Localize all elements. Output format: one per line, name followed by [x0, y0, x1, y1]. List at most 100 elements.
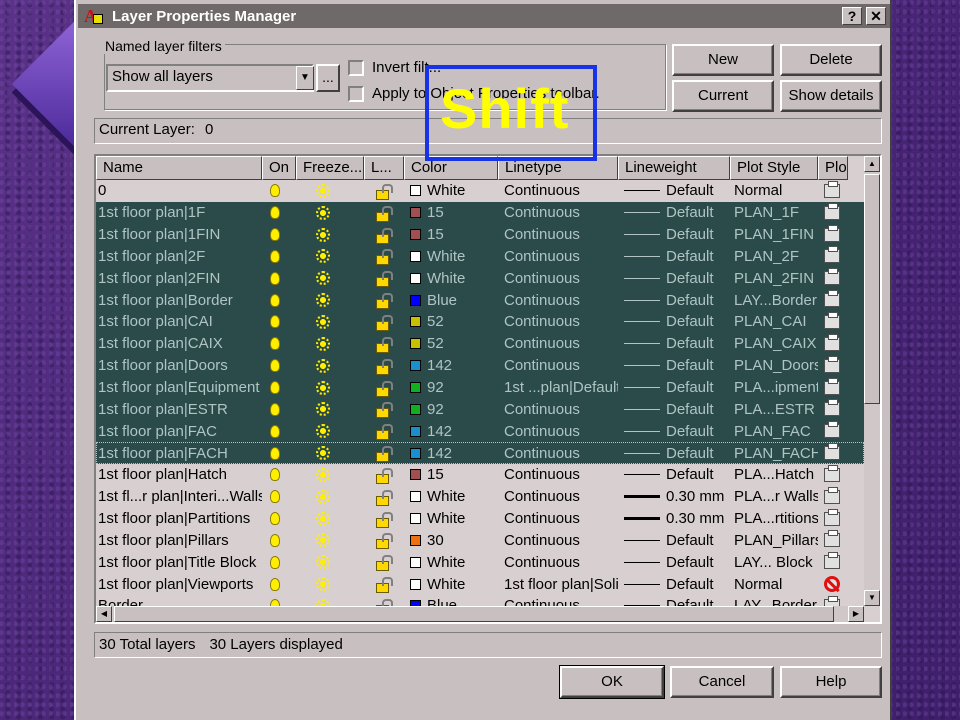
lock-toggle[interactable] — [364, 180, 404, 202]
layer-linetype[interactable]: Continuous — [498, 202, 618, 224]
lightbulb-icon[interactable] — [270, 228, 280, 242]
layer-lineweight[interactable]: Default — [618, 202, 730, 224]
on-toggle[interactable] — [262, 508, 296, 530]
layer-color[interactable]: White — [404, 573, 498, 595]
close-icon[interactable]: ✕ — [866, 7, 886, 25]
layer-plot-style[interactable]: PLA...Hatch — [730, 464, 818, 486]
unlock-icon[interactable] — [376, 555, 393, 572]
lock-toggle[interactable] — [364, 289, 404, 311]
sun-icon[interactable] — [316, 358, 330, 373]
freeze-toggle[interactable] — [296, 486, 364, 508]
lightbulb-icon[interactable] — [270, 293, 280, 307]
layer-lineweight[interactable]: Default — [618, 377, 730, 399]
layer-linetype[interactable]: Continuous — [498, 355, 618, 377]
sun-icon[interactable] — [316, 336, 330, 351]
on-toggle[interactable] — [262, 311, 296, 333]
layer-lineweight[interactable]: Default — [618, 224, 730, 246]
table-row[interactable]: 1st floor plan|2F White Continuous Default P… — [96, 245, 864, 268]
freeze-toggle[interactable] — [296, 442, 364, 464]
layer-linetype[interactable]: Continuous — [498, 486, 618, 508]
printer-icon[interactable] — [824, 290, 840, 308]
column-name-header[interactable]: Name — [96, 156, 262, 180]
lock-toggle[interactable] — [364, 333, 404, 355]
table-row[interactable]: 1st floor plan|1FIN 15 Continuous Default PL… — [96, 223, 864, 246]
printer-icon[interactable] — [824, 202, 840, 220]
invert-filter-checkbox[interactable] — [348, 60, 364, 76]
sun-icon[interactable] — [316, 424, 330, 439]
plot-toggle[interactable] — [818, 420, 848, 442]
printer-icon[interactable] — [824, 246, 840, 264]
printer-icon[interactable] — [824, 355, 840, 373]
layer-linetype[interactable]: 1st floor plan|Solid — [498, 573, 618, 595]
table-row[interactable]: 1st floor plan|FACH 142 Continuous Default P… — [96, 442, 864, 464]
sun-icon[interactable] — [316, 577, 330, 592]
layer-plot-style[interactable]: LAY... Block — [730, 551, 818, 573]
lock-toggle[interactable] — [364, 508, 404, 530]
printer-icon[interactable] — [824, 443, 840, 461]
current-button[interactable]: Current — [672, 80, 774, 112]
table-row[interactable]: 1st floor plan|CAIX 52 Continuous Default PL… — [96, 332, 864, 355]
lightbulb-icon[interactable] — [270, 402, 280, 416]
layer-color[interactable]: 142 — [404, 420, 498, 442]
new-button[interactable]: New — [672, 44, 774, 76]
layer-lineweight[interactable]: Default — [618, 246, 730, 268]
help-button[interactable]: Help — [780, 666, 882, 698]
unlock-icon[interactable] — [376, 183, 393, 200]
layer-lineweight[interactable]: Default — [618, 289, 730, 311]
ok-button[interactable]: OK — [559, 665, 665, 699]
plot-toggle[interactable] — [818, 442, 848, 464]
layer-color[interactable]: 92 — [404, 377, 498, 399]
layer-color[interactable]: 15 — [404, 202, 498, 224]
layer-linetype[interactable]: Continuous — [498, 442, 618, 464]
table-row[interactable]: 1st floor plan|CAI 52 Continuous Default PLA… — [96, 311, 864, 333]
vertical-scroll-thumb[interactable] — [864, 174, 880, 404]
lock-toggle[interactable] — [364, 551, 404, 573]
table-row[interactable]: 1st floor plan|ESTR 92 Continuous Default PL… — [96, 398, 864, 421]
freeze-toggle[interactable] — [296, 464, 364, 486]
layer-lineweight[interactable]: Default — [618, 267, 730, 289]
lightbulb-icon[interactable] — [270, 490, 280, 504]
lightbulb-icon[interactable] — [270, 315, 280, 329]
layer-linetype[interactable]: 1st ...plan|Default — [498, 377, 618, 399]
sun-icon[interactable] — [316, 446, 330, 461]
plot-toggle[interactable] — [818, 289, 848, 311]
layer-lineweight[interactable]: Default — [618, 398, 730, 420]
show-details-button[interactable]: Show details — [780, 80, 882, 112]
freeze-toggle[interactable] — [296, 224, 364, 246]
sun-icon[interactable] — [316, 555, 330, 570]
plot-toggle[interactable] — [818, 355, 848, 377]
layer-linetype[interactable]: Continuous — [498, 267, 618, 289]
printer-icon[interactable] — [824, 224, 840, 242]
plot-toggle[interactable] — [818, 202, 848, 224]
freeze-toggle[interactable] — [296, 289, 364, 311]
freeze-toggle[interactable] — [296, 246, 364, 268]
unlock-icon[interactable] — [376, 489, 393, 506]
freeze-toggle[interactable] — [296, 398, 364, 420]
lightbulb-icon[interactable] — [270, 249, 280, 263]
lock-toggle[interactable] — [364, 486, 404, 508]
sun-icon[interactable] — [316, 489, 330, 504]
layer-color[interactable]: 142 — [404, 442, 498, 464]
unlock-icon[interactable] — [376, 336, 393, 353]
lock-toggle[interactable] — [364, 464, 404, 486]
sun-icon[interactable] — [316, 183, 330, 198]
plot-toggle[interactable] — [818, 180, 848, 202]
plot-toggle[interactable] — [818, 377, 848, 399]
table-row[interactable]: 1st floor plan|Partitions White Continuous… — [96, 508, 864, 530]
on-toggle[interactable] — [262, 355, 296, 377]
plot-toggle[interactable] — [818, 464, 848, 486]
printer-icon[interactable] — [824, 552, 840, 570]
layer-lineweight[interactable]: Default — [618, 464, 730, 486]
printer-icon[interactable] — [824, 421, 840, 439]
layer-linetype[interactable]: Continuous — [498, 508, 618, 530]
chevron-down-icon[interactable]: ▼ — [296, 66, 314, 90]
lock-toggle[interactable] — [364, 530, 404, 552]
sun-icon[interactable] — [316, 227, 330, 242]
vertical-scrollbar[interactable]: ▲ ▼ — [864, 156, 880, 606]
layer-color[interactable]: 15 — [404, 464, 498, 486]
printer-icon[interactable] — [824, 486, 840, 504]
lightbulb-icon[interactable] — [270, 577, 280, 591]
unlock-icon[interactable] — [376, 467, 393, 484]
table-row[interactable]: 1st floor plan|2FIN White Continuous Defaul… — [96, 267, 864, 290]
layer-lineweight[interactable]: 0.30 mm — [618, 508, 730, 530]
